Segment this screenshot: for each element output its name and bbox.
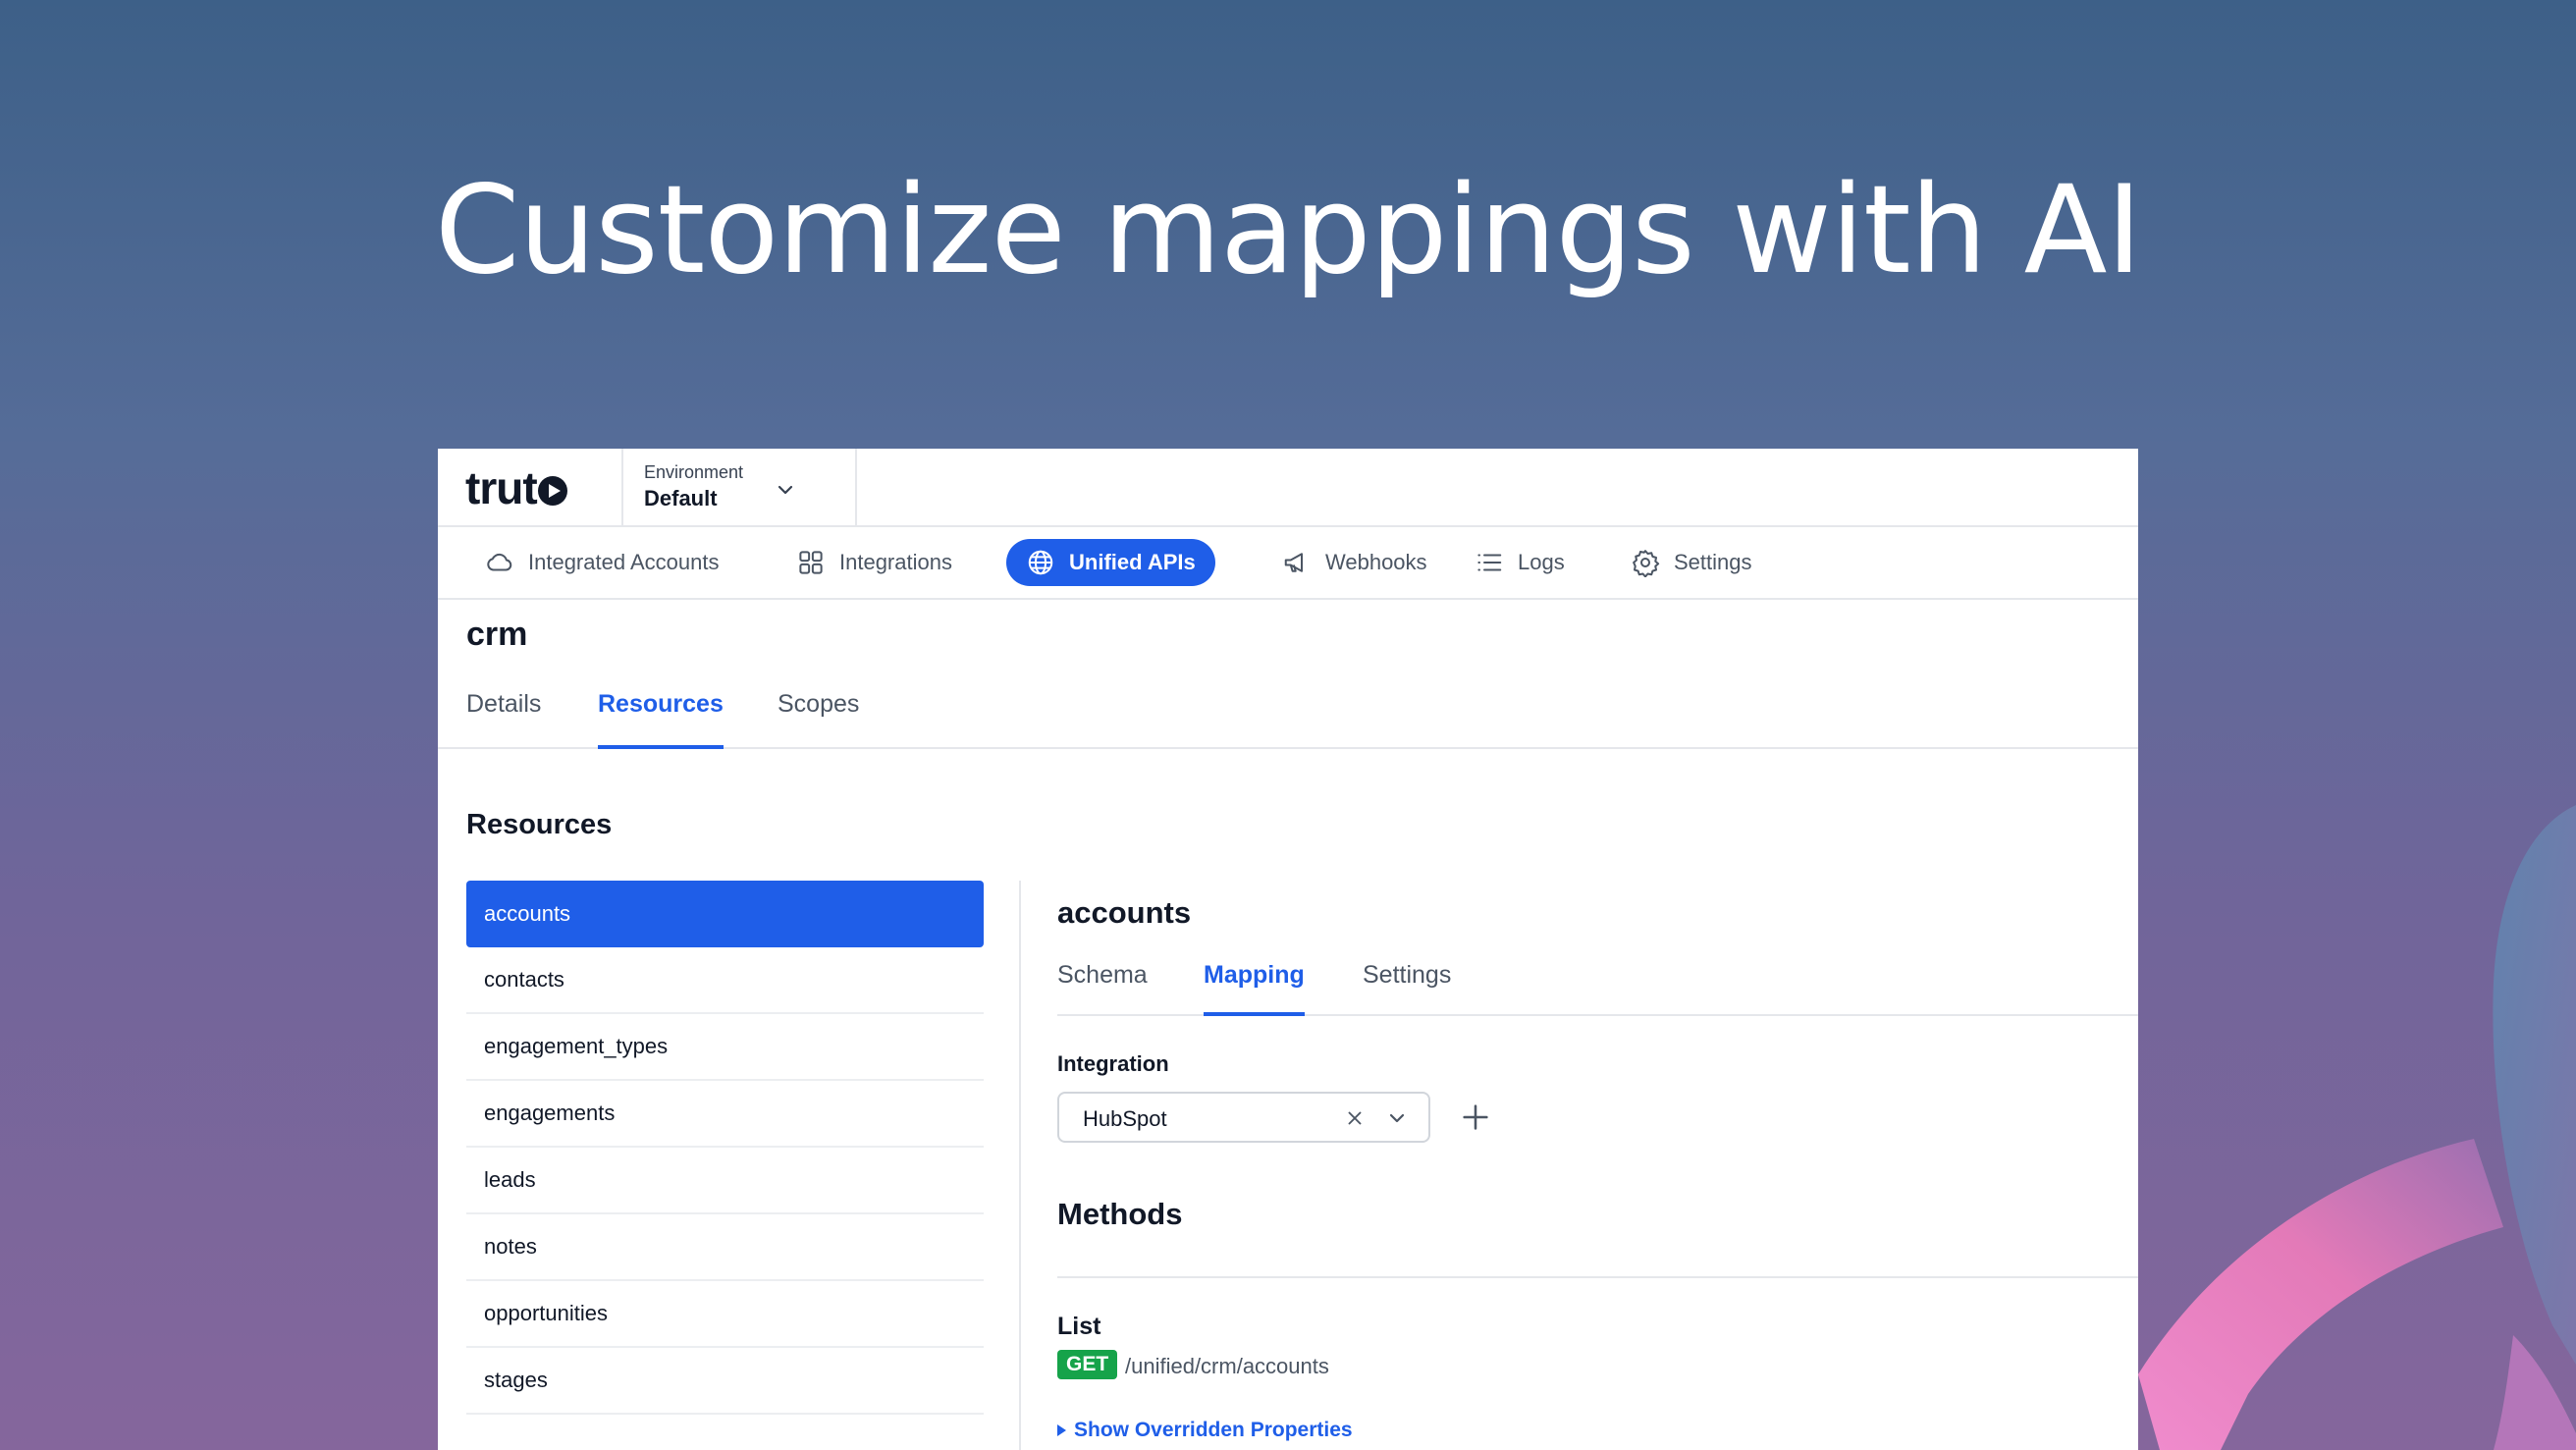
truto-logo[interactable]: trut (465, 458, 567, 517)
resource-item-contacts[interactable]: contacts (466, 947, 984, 1014)
http-method-badge: GET (1057, 1350, 1118, 1379)
resource-item-stages[interactable]: stages (466, 1348, 984, 1415)
chevron-down-icon[interactable] (1385, 1106, 1409, 1130)
headline: Customize mappings with AI (434, 160, 2142, 301)
globe-icon (1028, 550, 1053, 575)
resource-tabs: Schema Mapping Settings (1057, 949, 2138, 1016)
nav-item-unified-apis[interactable]: Unified APIs (1006, 539, 1215, 586)
nav-item-label: Webhooks (1325, 550, 1427, 574)
nav-item-label: Unified APIs (1069, 550, 1196, 574)
logo-text: trut (465, 462, 538, 513)
divider (855, 449, 857, 525)
list-icon (1477, 554, 1502, 571)
tab-resources[interactable]: Resources (598, 690, 724, 749)
tab-resource-settings[interactable]: Settings (1363, 961, 1451, 1012)
megaphone-icon (1284, 553, 1303, 572)
environment-value: Default (644, 486, 718, 510)
integration-value: HubSpot (1083, 1106, 1167, 1131)
resource-detail-title: accounts (1057, 895, 1192, 930)
page-tabs: Details Resources Scopes (438, 684, 2138, 749)
logo-play-mark-icon (537, 476, 567, 506)
nav-item-label: Integrated Accounts (528, 550, 720, 574)
cloud-icon (487, 553, 512, 571)
nav-item-integrations[interactable]: Integrations (777, 539, 972, 586)
chevron-down-icon (778, 485, 793, 495)
add-integration-plus-icon[interactable] (1459, 1101, 1492, 1134)
section-title: Resources (466, 809, 613, 840)
panel-divider (1019, 881, 1021, 1450)
resource-item-leads[interactable]: leads (466, 1148, 984, 1214)
resource-list: accounts contacts engagement_types engag… (466, 881, 984, 1415)
toggle-label: Show Overridden Properties (1074, 1419, 1353, 1441)
divider (621, 449, 623, 525)
nav-item-label: Integrations (839, 550, 952, 574)
divider (1057, 1276, 2138, 1278)
endpoint-path: /unified/crm/accounts (1125, 1354, 1329, 1378)
nav-item-label: Settings (1674, 550, 1752, 574)
integration-label: Integration (1057, 1051, 1169, 1076)
grid-icon (799, 551, 823, 574)
methods-title: Methods (1057, 1197, 1183, 1231)
tab-details[interactable]: Details (466, 690, 541, 745)
close-icon[interactable] (1344, 1107, 1366, 1129)
nav-item-logs[interactable]: Logs (1455, 539, 1584, 586)
nav-item-settings[interactable]: Settings (1611, 539, 1772, 586)
resource-item-notes[interactable]: notes (466, 1214, 984, 1281)
show-overridden-properties-toggle[interactable]: Show Overridden Properties (1057, 1419, 1353, 1442)
environment-label: Environment (644, 462, 744, 482)
caret-right-icon (1057, 1424, 1066, 1436)
method-name: List (1057, 1313, 1101, 1340)
gear-icon (1633, 550, 1660, 577)
nav-item-integrated-accounts[interactable]: Integrated Accounts (465, 539, 738, 586)
tab-scopes[interactable]: Scopes (778, 690, 859, 745)
resource-item-accounts[interactable]: accounts (466, 881, 984, 947)
integration-select[interactable]: HubSpot (1057, 1092, 1430, 1143)
tab-schema[interactable]: Schema (1057, 961, 1148, 1012)
resource-item-opportunities[interactable]: opportunities (466, 1281, 984, 1348)
resource-item-engagement-types[interactable]: engagement_types (466, 1014, 984, 1081)
page-title: crm (466, 616, 528, 653)
environment-selector[interactable]: Environment Default (644, 456, 840, 517)
tab-mapping[interactable]: Mapping (1204, 961, 1305, 1016)
top-bar: trut Environment Default (438, 449, 2138, 527)
nav-item-label: Logs (1518, 550, 1565, 574)
main-nav: Integrated Accounts Integrations Unified… (438, 527, 2138, 600)
nav-item-webhooks[interactable]: Webhooks (1262, 539, 1447, 586)
resource-item-engagements[interactable]: engagements (466, 1081, 984, 1148)
app-window: trut Environment Default Integrated Acco… (438, 449, 2138, 1450)
